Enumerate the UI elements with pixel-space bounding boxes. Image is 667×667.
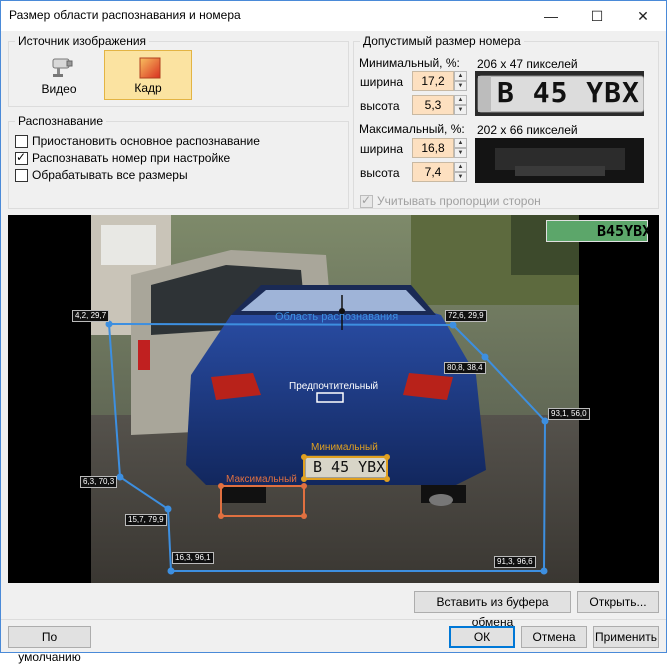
checkbox-label: Обрабатывать все размеры — [32, 168, 188, 182]
plate-size-group: Допустимый размер номера Минимальный, %:… — [353, 34, 659, 209]
camera-icon — [49, 56, 75, 81]
spin-up-icon[interactable]: ▲ — [454, 95, 467, 105]
point-label: 93,1, 56,0 — [548, 408, 590, 420]
min-size-label: Минимальный, %: — [359, 56, 460, 70]
frame-source-button[interactable]: Кадр — [104, 50, 192, 100]
dialog-window: Размер области распознавания и номера — … — [0, 0, 667, 664]
checkbox-label: Приостановить основное распознавание — [32, 134, 260, 148]
paste-from-clipboard-button[interactable]: Вставить из буфера обмена — [414, 591, 571, 629]
min-preview-plate-text: B 45 YBX — [497, 76, 640, 109]
point-label: 91,3, 96,6 — [494, 556, 536, 568]
point-label: 15,7, 79,9 — [125, 514, 167, 526]
checkbox-box — [15, 150, 28, 165]
spin-up-icon[interactable]: ▲ — [454, 138, 467, 148]
checkbox-label: Учитывать пропорции сторон — [377, 194, 541, 208]
apply-button[interactable]: Применить — [593, 626, 659, 648]
video-source-button[interactable]: Видео — [15, 50, 103, 100]
defaults-button[interactable]: По умолчанию — [8, 626, 91, 664]
min-frame-label: Минимальный — [311, 442, 378, 453]
preferred-label: Предпочтительный — [289, 381, 379, 392]
video-source-label: Видео — [41, 82, 77, 96]
recognition-legend: Распознавание — [15, 114, 107, 128]
title-bar: Размер области распознавания и номера — … — [1, 1, 666, 31]
max-width-label: ширина — [360, 142, 404, 156]
frame-source-label: Кадр — [134, 81, 162, 95]
min-width-spinner[interactable]: 17,2 ▲ ▼ — [412, 71, 467, 91]
checkbox-box — [360, 193, 373, 208]
point-label: 16,3, 96,1 — [172, 552, 214, 564]
plate-size-legend: Допустимый размер номера — [360, 34, 524, 48]
keep-aspect-checkbox[interactable]: Учитывать пропорции сторон — [360, 193, 541, 209]
process-all-sizes-checkbox[interactable]: Обрабатывать все размеры — [15, 167, 188, 183]
max-pixels-label: 202 x 66 пикселей — [477, 123, 578, 137]
frame-icon — [139, 57, 161, 82]
spin-down-icon[interactable]: ▼ — [454, 172, 467, 182]
min-height-label: высота — [360, 99, 400, 113]
zone-label: Область распознавания — [275, 311, 399, 323]
point-label: 4,2, 29,7 — [72, 310, 110, 322]
min-plate-preview: B 45 YBX — [475, 71, 644, 116]
ok-button[interactable]: ОК — [449, 626, 515, 648]
spin-down-icon[interactable]: ▼ — [454, 148, 467, 158]
image-viewer[interactable]: B45YBX Область распознавания Предпочтите… — [8, 215, 659, 583]
max-width-value[interactable]: 16,8 — [412, 138, 454, 158]
min-height-value[interactable]: 5,3 — [412, 95, 454, 115]
open-button[interactable]: Открыть... — [577, 591, 659, 613]
min-width-value[interactable]: 17,2 — [412, 71, 454, 91]
checkbox-label: Распознавать номер при настройке — [32, 151, 231, 165]
max-width-spinner[interactable]: 16,8 ▲ ▼ — [412, 138, 467, 158]
car-plate-text: B 45 YBX — [313, 458, 386, 476]
point-label: 80,8, 38,4 — [444, 362, 486, 374]
spin-down-icon[interactable]: ▼ — [454, 105, 467, 115]
recognition-group: Распознавание Приостановить основное рас… — [8, 114, 349, 209]
min-height-spinner[interactable]: 5,3 ▲ ▼ — [412, 95, 467, 115]
max-height-spinner[interactable]: 7,4 ▲ ▼ — [412, 162, 467, 182]
window-title: Размер области распознавания и номера — [9, 8, 241, 22]
source-group: Источник изображения Видео Кадр — [8, 34, 349, 107]
ocr-result-badge: B45YBX — [546, 220, 652, 242]
max-plate-preview — [475, 138, 644, 183]
max-height-value[interactable]: 7,4 — [412, 162, 454, 182]
max-size-label: Максимальный, %: — [359, 122, 465, 136]
pause-recognition-checkbox[interactable]: Приостановить основное распознавание — [15, 133, 260, 149]
spin-up-icon[interactable]: ▲ — [454, 162, 467, 172]
spin-down-icon[interactable]: ▼ — [454, 81, 467, 91]
min-width-label: ширина — [360, 75, 404, 89]
maximize-button[interactable]: ☐ — [574, 1, 620, 31]
close-button[interactable]: ✕ — [620, 1, 666, 31]
point-label: 6,3, 70,3 — [80, 476, 118, 488]
spin-up-icon[interactable]: ▲ — [454, 71, 467, 81]
checkbox-box — [15, 134, 28, 148]
point-label: 72,6, 29,9 — [445, 310, 487, 322]
ocr-result-text: B45YBX — [597, 222, 652, 240]
recognition-zone[interactable] — [8, 215, 659, 583]
minimize-button[interactable]: — — [528, 1, 574, 31]
cancel-button[interactable]: Отмена — [521, 626, 587, 648]
min-pixels-label: 206 x 47 пикселей — [477, 57, 578, 71]
footer-divider — [1, 619, 666, 620]
recognize-while-setup-checkbox[interactable]: Распознавать номер при настройке — [15, 150, 230, 166]
max-height-label: высота — [360, 166, 400, 180]
source-legend: Источник изображения — [15, 34, 150, 48]
max-frame-label: Максимальный — [226, 474, 297, 485]
checkbox-box — [15, 168, 28, 182]
